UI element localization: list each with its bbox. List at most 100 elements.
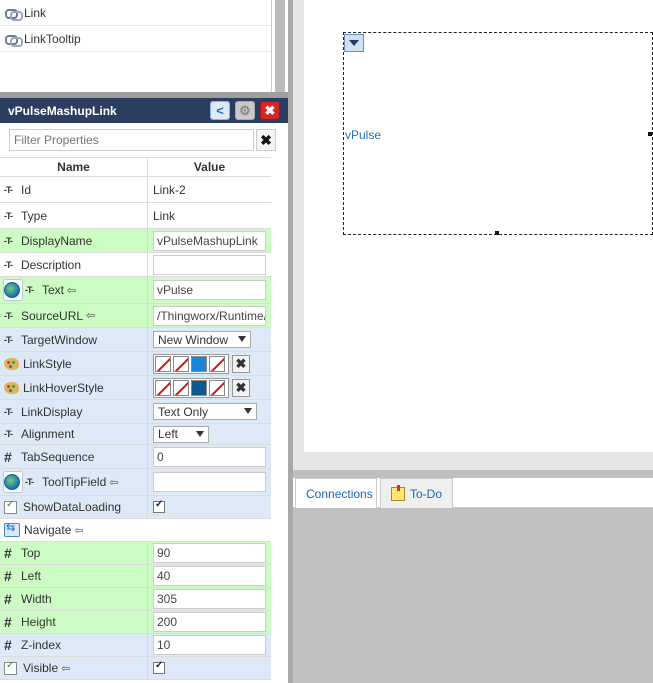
property-name: LinkHoverStyle <box>23 380 104 395</box>
number-type-icon: # <box>4 614 12 630</box>
number-type-icon: # <box>4 591 12 607</box>
property-row-showdataloading: ShowDataLoading <box>0 496 271 519</box>
property-row-top: # Top 90 <box>0 542 271 565</box>
column-header-value: Value <box>193 160 226 174</box>
bottom-panel-splitter[interactable] <box>293 470 653 478</box>
clear-style-button[interactable]: ✖ <box>232 354 250 373</box>
property-name: Navigate <box>24 523 72 537</box>
linkstyle-swatches[interactable] <box>153 353 229 374</box>
style-palette-icon <box>4 381 19 394</box>
secondary-none-swatch[interactable] <box>173 379 189 396</box>
property-name: Width <box>21 592 52 606</box>
property-row-description: -T- Description <box>0 253 271 277</box>
properties-table: Name Value -T- Id Link-2 -T- Type Link -T-… <box>0 157 271 680</box>
tab-connections[interactable]: Connections <box>295 478 377 508</box>
bindable-arrow-icon: ⇦ <box>86 310 96 322</box>
settings-button[interactable]: ⚙ <box>235 101 255 120</box>
property-row-linkhoverstyle: LinkHoverStyle ✖ <box>0 376 271 400</box>
tooltipfield-input[interactable] <box>153 472 266 492</box>
linkdisplay-select[interactable]: Text Only <box>153 403 257 420</box>
mashup-builder: Link LinkTooltip vPulseMashupLink < ⚙ ✖ … <box>0 0 653 683</box>
border-none-swatch[interactable] <box>209 379 225 396</box>
displayname-input[interactable]: vPulseMashupLink <box>153 230 266 251</box>
note-icon <box>391 484 405 501</box>
link-widget-text[interactable]: vPulse <box>345 128 381 142</box>
text-type-icon: -T- <box>4 406 13 417</box>
property-row-width: # Width 305 <box>0 588 271 611</box>
widget-menu-button[interactable] <box>344 34 364 52</box>
properties-table-header: Name Value <box>0 157 271 177</box>
resize-handle-right[interactable] <box>648 132 652 136</box>
text-type-icon: -T- <box>4 184 13 195</box>
number-type-icon: # <box>4 448 12 465</box>
filter-clear-button[interactable]: ✖ <box>256 129 276 151</box>
property-value: Link <box>153 208 176 223</box>
property-name: SourceURL <box>21 308 84 323</box>
service-icon <box>4 521 20 537</box>
clear-style-button[interactable]: ✖ <box>232 378 250 397</box>
widget-list-scrollbar[interactable] <box>275 0 285 92</box>
sourceurl-input[interactable]: /Thingworx/Runtime/i <box>153 305 266 326</box>
bottom-panel <box>293 478 653 683</box>
select-value: New Window <box>158 332 229 347</box>
close-icon: ✖ <box>264 102 276 118</box>
property-name: TargetWindow <box>21 332 98 347</box>
tab-label: Connections <box>306 486 373 501</box>
zindex-input[interactable]: 10 <box>153 635 266 655</box>
left-input[interactable]: 40 <box>153 566 266 586</box>
property-row-visible: Visible⇦ <box>0 657 271 680</box>
properties-title: vPulseMashupLink <box>8 103 117 118</box>
gear-icon: ⚙ <box>239 102 251 118</box>
close-button[interactable]: ✖ <box>260 101 280 120</box>
showdataloading-checkbox[interactable] <box>153 499 165 513</box>
widget-list: Link LinkTooltip <box>0 0 272 92</box>
width-input[interactable]: 305 <box>153 589 266 609</box>
share-icon: < <box>216 103 224 118</box>
number-type-icon: # <box>4 568 12 584</box>
localization-button[interactable] <box>3 471 23 493</box>
property-row-displayname: -T- DisplayName vPulseMashupLink <box>0 229 271 253</box>
property-name: LinkDisplay <box>21 404 83 419</box>
linkhoverstyle-swatches[interactable] <box>153 377 229 398</box>
property-name: Visible <box>23 661 59 675</box>
column-header-name: Name <box>0 158 148 176</box>
link-widget[interactable] <box>343 32 653 235</box>
link-icon <box>5 8 23 21</box>
secondary-none-swatch[interactable] <box>173 355 189 372</box>
localization-button[interactable] <box>3 279 23 301</box>
text-input[interactable]: vPulse <box>153 280 266 300</box>
property-name: Alignment <box>21 427 75 441</box>
foreground-dark-blue-swatch[interactable] <box>191 379 207 396</box>
height-input[interactable]: 200 <box>153 612 266 632</box>
property-name: Top <box>21 546 41 560</box>
boolean-type-icon <box>4 499 17 514</box>
property-name: ShowDataLoading <box>23 500 122 514</box>
alignment-select[interactable]: Left <box>153 425 209 443</box>
background-none-swatch[interactable] <box>155 355 171 372</box>
tabsequence-input[interactable]: 0 <box>153 446 266 467</box>
text-type-icon: -T- <box>4 429 13 439</box>
foreground-blue-swatch[interactable] <box>191 355 207 372</box>
property-row-targetwindow: -T- TargetWindow New Window <box>0 328 271 352</box>
description-input[interactable] <box>153 254 266 275</box>
text-type-icon: -T- <box>25 285 34 295</box>
widget-list-item-linktooltip[interactable]: LinkTooltip <box>0 26 271 52</box>
top-input[interactable]: 90 <box>153 543 266 563</box>
property-row-type: -T- Type Link <box>0 203 271 229</box>
background-none-swatch[interactable] <box>155 379 171 396</box>
property-row-linkdisplay: -T- LinkDisplay Text Only <box>0 400 271 424</box>
widget-list-item-link[interactable]: Link <box>0 0 271 26</box>
property-row-linkstyle: LinkStyle ✖ <box>0 352 271 376</box>
share-button[interactable]: < <box>210 101 230 120</box>
property-name: Z-index <box>21 638 62 652</box>
visible-checkbox[interactable] <box>153 660 165 674</box>
property-value: Link-2 <box>153 182 186 197</box>
targetwindow-select[interactable]: New Window <box>153 331 251 348</box>
tab-todo[interactable]: To-Do <box>380 478 453 508</box>
filter-bar: ✖ <box>0 123 280 156</box>
globe-icon <box>4 474 20 490</box>
chevron-down-icon <box>244 408 252 414</box>
resize-handle-bottom[interactable] <box>495 231 499 235</box>
filter-properties-input[interactable] <box>9 129 254 151</box>
border-none-swatch[interactable] <box>209 355 225 372</box>
